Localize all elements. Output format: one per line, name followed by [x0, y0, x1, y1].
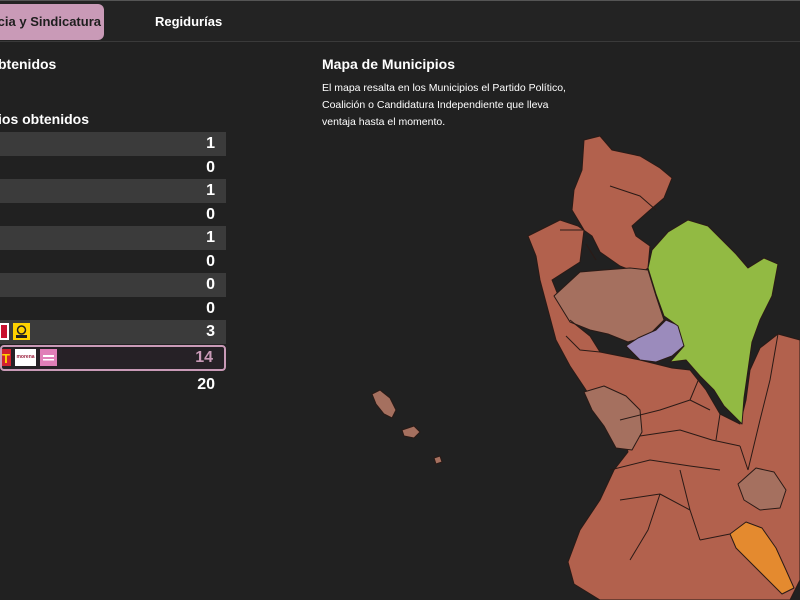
- island-region[interactable]: [433, 455, 443, 465]
- island-region[interactable]: [401, 425, 421, 439]
- municipalities-map: [371, 135, 800, 600]
- island-region[interactable]: [371, 389, 397, 419]
